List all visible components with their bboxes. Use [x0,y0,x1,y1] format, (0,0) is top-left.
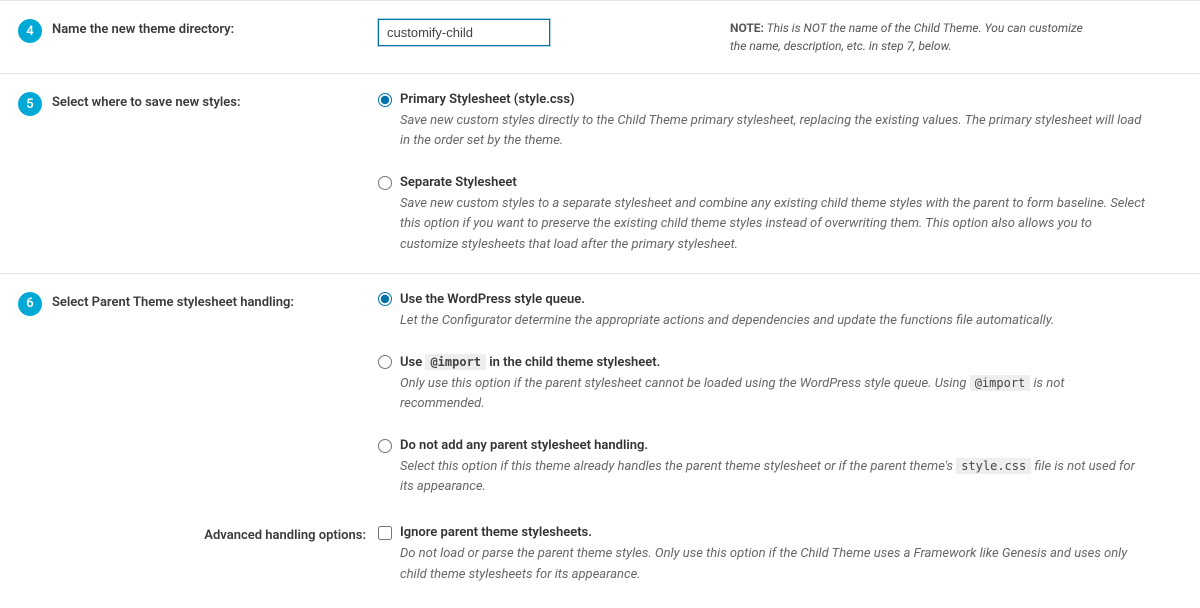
option-separate-stylesheet: Separate Stylesheet Save new custom styl… [378,175,1180,254]
option-desc: Save new custom styles to a separate sty… [378,194,1180,254]
option-label: Separate Stylesheet [400,175,517,190]
option-label: Use the WordPress style queue. [400,292,585,307]
advanced-label: Advanced handling options: [204,525,366,543]
theme-directory-input[interactable] [378,19,550,46]
option-desc: Let the Configurator determine the appro… [378,311,1180,331]
radio-separate-stylesheet[interactable] [378,176,392,190]
step-number-4: 4 [18,19,42,43]
step-6-section: 6 Select Parent Theme stylesheet handlin… [0,273,1200,585]
option-wordpress-queue: Use the WordPress style queue. Let the C… [378,292,1180,331]
step-6-left: 6 Select Parent Theme stylesheet handlin… [0,292,378,316]
step-5-label: Select where to save new styles: [52,92,241,110]
advanced-left: Advanced handling options: [0,525,378,543]
step-5-section: 5 Select where to save new styles: Prima… [0,73,1200,273]
option-desc: Save new custom styles directly to the C… [378,111,1180,151]
option-label: Use @import in the child theme styleshee… [400,355,660,370]
stylecss-code: style.css [956,458,1031,474]
step-6-right: Use the WordPress style queue. Let the C… [378,292,1200,498]
option-label: Ignore parent theme stylesheets. [400,525,592,540]
advanced-options-row: Advanced handling options: Ignore parent… [0,497,1200,584]
step-4-left: 4 Name the new theme directory: [0,19,378,43]
option-import: Use @import in the child theme styleshee… [378,355,1180,414]
step-number-5: 5 [18,92,42,116]
step-number-6: 6 [18,292,42,316]
step-5-right: Primary Stylesheet (style.css) Save new … [378,92,1200,255]
option-no-handling: Do not add any parent stylesheet handlin… [378,438,1180,497]
radio-wordpress-queue[interactable] [378,292,392,306]
step-5-left: 5 Select where to save new styles: [0,92,378,116]
import-code: @import [425,354,486,370]
radio-import[interactable] [378,355,392,369]
checkbox-ignore-parent[interactable] [378,526,392,540]
radio-no-handling[interactable] [378,439,392,453]
advanced-right: Ignore parent theme stylesheets. Do not … [378,525,1200,584]
option-desc: Only use this option if the parent style… [378,374,1180,414]
step-4-label: Name the new theme directory: [52,19,234,37]
option-label: Do not add any parent stylesheet handlin… [400,438,648,453]
option-primary-stylesheet: Primary Stylesheet (style.css) Save new … [378,92,1180,151]
option-ignore-parent: Ignore parent theme stylesheets. Do not … [378,525,1180,584]
option-desc: Select this option if this theme already… [378,457,1180,497]
import-code: @import [970,375,1031,391]
step-4-note: NOTE: This is NOT the name of the Child … [730,19,1090,55]
step-4-section: 4 Name the new theme directory: NOTE: Th… [0,0,1200,73]
note-label: NOTE: [730,21,764,35]
step-6-label: Select Parent Theme stylesheet handling: [52,292,294,310]
step-4-right: NOTE: This is NOT the name of the Child … [378,19,1200,55]
radio-primary-stylesheet[interactable] [378,93,392,107]
option-label: Primary Stylesheet (style.css) [400,92,575,107]
note-text: This is NOT the name of the Child Theme.… [730,21,1083,53]
option-desc: Do not load or parse the parent theme st… [378,544,1180,584]
